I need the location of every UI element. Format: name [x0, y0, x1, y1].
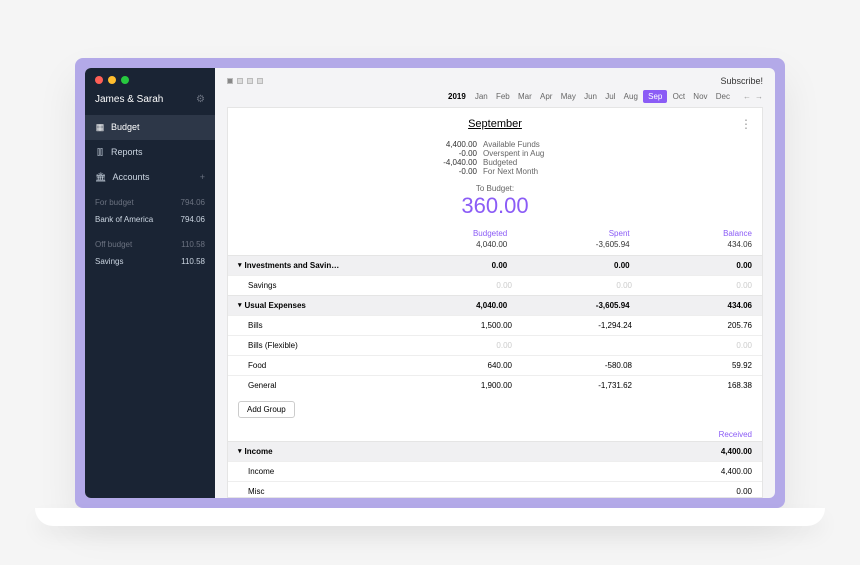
kebab-menu-icon[interactable]: ⋮ [740, 117, 752, 131]
category-row[interactable]: Bills (Flexible) 0.000.00 [228, 335, 762, 355]
view-toggle[interactable] [227, 78, 263, 84]
category-table: ▾ Investments and Savin… 0.000.000.00Sav… [228, 255, 762, 497]
month-tab-nov[interactable]: Nov [690, 91, 710, 102]
bank-icon: 🏛 [95, 172, 106, 183]
group-row[interactable]: ▾ Usual Expenses 4,040.00-3,605.94434.06 [228, 295, 762, 315]
budget-panel: September ⋮ 4,400.00Available Funds-0.00… [227, 107, 763, 498]
wallet-icon: ▦ [95, 122, 105, 133]
app-window: James & Sarah ⚙ ▦ Budget ⫿⫿ Reports 🏛 Ac… [85, 68, 775, 498]
month-navigation: 2019 Jan Feb Mar Apr May Jun Jul Aug Sep… [215, 90, 775, 107]
main-panel: Subscribe! 2019 Jan Feb Mar Apr May Jun … [215, 68, 775, 498]
income-row[interactable]: Income 4,400.00 [228, 461, 762, 481]
window-controls [85, 68, 215, 88]
subscribe-link[interactable]: Subscribe! [720, 76, 763, 86]
sidebar: James & Sarah ⚙ ▦ Budget ⫿⫿ Reports 🏛 Ac… [85, 68, 215, 498]
off-budget-header: Off budget 110.58 [85, 236, 215, 253]
month-tab-feb[interactable]: Feb [493, 91, 513, 102]
month-tab-may[interactable]: May [558, 91, 579, 102]
account-item[interactable]: Bank of America794.06 [85, 211, 215, 228]
sidebar-item-budget[interactable]: ▦ Budget [85, 115, 215, 140]
for-budget-header: For budget 794.06 [85, 194, 215, 211]
sidebar-item-accounts[interactable]: 🏛 Accounts + [85, 165, 215, 190]
to-budget: To Budget: 360.00 [228, 176, 762, 227]
column-totals: 4,040.00 -3,605.94 434.06 [228, 240, 762, 255]
add-group-button[interactable]: Add Group [238, 401, 295, 418]
nav-label: Budget [111, 122, 140, 132]
month-tab-apr[interactable]: Apr [537, 91, 555, 102]
month-tab-oct[interactable]: Oct [670, 91, 688, 102]
group-row[interactable]: ▾ Investments and Savin… 0.000.000.00 [228, 255, 762, 275]
budget-name[interactable]: James & Sarah [95, 94, 163, 105]
account-item[interactable]: Savings110.58 [85, 253, 215, 270]
month-tab-mar[interactable]: Mar [515, 91, 535, 102]
month-tab-jan[interactable]: Jan [472, 91, 491, 102]
minimize-icon[interactable] [108, 76, 116, 84]
maximize-icon[interactable] [121, 76, 129, 84]
nav-label: Accounts [112, 172, 149, 182]
month-title[interactable]: September [468, 118, 522, 130]
month-tab-jul[interactable]: Jul [602, 91, 618, 102]
gear-icon[interactable]: ⚙ [196, 94, 205, 105]
close-icon[interactable] [95, 76, 103, 84]
chart-icon: ⫿⫿ [95, 147, 105, 158]
column-headers: Budgeted Spent Balance [228, 227, 762, 240]
chevron-down-icon: ▾ [238, 261, 242, 269]
received-header: Received [228, 424, 762, 441]
plus-icon[interactable]: + [200, 172, 205, 182]
prev-month-icon[interactable]: ← [743, 92, 751, 101]
to-budget-amount: 360.00 [228, 193, 762, 219]
income-row[interactable]: Misc 0.00 [228, 481, 762, 497]
chevron-down-icon: ▾ [238, 301, 242, 309]
laptop-base [35, 508, 825, 526]
nav-label: Reports [111, 147, 143, 157]
chevron-down-icon: ▾ [238, 447, 242, 455]
month-tab-sep[interactable]: Sep [643, 90, 667, 103]
laptop-frame: James & Sarah ⚙ ▦ Budget ⫿⫿ Reports 🏛 Ac… [75, 58, 785, 508]
month-tab-jun[interactable]: Jun [581, 91, 600, 102]
sidebar-item-reports[interactable]: ⫿⫿ Reports [85, 140, 215, 165]
category-row[interactable]: General 1,900.00-1,731.62168.38 [228, 375, 762, 395]
summary-block: 4,400.00Available Funds-0.00Overspent in… [228, 140, 762, 176]
category-row[interactable]: Bills 1,500.00-1,294.24205.76 [228, 315, 762, 335]
income-group-row[interactable]: ▾ Income 4,400.00 [228, 441, 762, 461]
category-row[interactable]: Savings 0.000.000.00 [228, 275, 762, 295]
category-row[interactable]: Food 640.00-580.0859.92 [228, 355, 762, 375]
month-tab-dec[interactable]: Dec [713, 91, 733, 102]
next-month-icon[interactable]: → [755, 92, 763, 101]
year-label: 2019 [448, 92, 466, 101]
month-tab-aug[interactable]: Aug [621, 91, 641, 102]
